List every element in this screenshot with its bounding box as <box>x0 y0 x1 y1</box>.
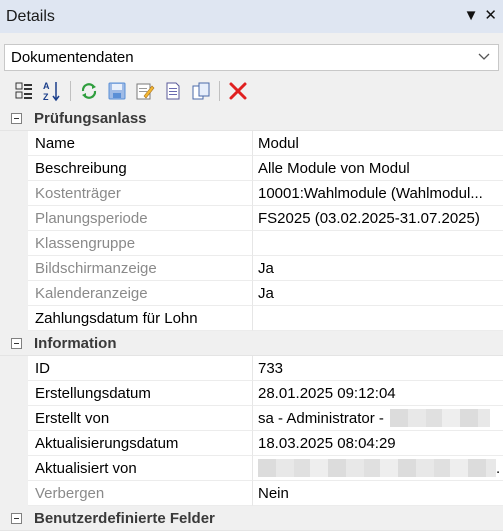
property-value[interactable]: FS2025 (03.02.2025-31.07.2025) <box>253 206 503 231</box>
property-row[interactable]: Aktualisierungsdatum 18.03.2025 08:04:29 <box>0 431 503 456</box>
property-name: Bildschirmanzeige <box>28 256 253 281</box>
category-title: Prüfungsanlass <box>34 109 147 127</box>
property-value[interactable]: . <box>253 456 503 481</box>
row-gutter <box>0 206 28 231</box>
refresh-icon[interactable] <box>77 79 101 103</box>
row-gutter <box>0 131 28 156</box>
panel-close-button[interactable]: ✕ <box>484 7 497 25</box>
property-value[interactable]: 733 <box>253 356 503 381</box>
property-value[interactable]: sa - Administrator - <box>253 406 503 431</box>
property-row[interactable]: Verbergen Nein <box>0 481 503 506</box>
property-row[interactable]: Kostenträger 10001:Wahlmodule (Wahlmodul… <box>0 181 503 206</box>
property-row[interactable]: Klassengruppe <box>0 231 503 256</box>
toolbar-separator <box>70 80 71 101</box>
panel-titlebar: Details ▼ ✕ <box>0 0 503 33</box>
property-name: Erstellungsdatum <box>28 381 253 406</box>
property-name: Kalenderanzeige <box>28 281 253 306</box>
dropdown-row: Dokumentendaten <box>0 33 503 75</box>
redacted-area <box>389 409 490 427</box>
redacted-area <box>258 459 496 477</box>
property-value[interactable] <box>253 306 503 331</box>
row-gutter <box>0 231 28 256</box>
property-value[interactable] <box>253 231 503 256</box>
collapse-toggle-icon[interactable] <box>11 337 22 349</box>
row-gutter <box>0 156 28 181</box>
property-row[interactable]: Kalenderanzeige Ja <box>0 281 503 306</box>
document-type-select[interactable]: Dokumentendaten <box>4 44 499 71</box>
property-row[interactable]: Name Modul <box>0 131 503 156</box>
category-header[interactable]: Benutzerdefinierte Felder <box>0 506 503 531</box>
document-type-value: Dokumentendaten <box>11 49 134 66</box>
row-gutter <box>0 281 28 306</box>
property-name: ID <box>28 356 253 381</box>
panel-title: Details <box>6 7 55 25</box>
property-row[interactable]: Zahlungsdatum für Lohn <box>0 306 503 331</box>
category-header[interactable]: Information <box>0 331 503 356</box>
property-name: Kostenträger <box>28 181 253 206</box>
category-header[interactable]: Prüfungsanlass <box>0 106 503 131</box>
property-row[interactable]: ID 733 <box>0 356 503 381</box>
row-gutter <box>0 381 28 406</box>
categorized-icon[interactable] <box>12 79 36 103</box>
property-name: Klassengruppe <box>28 231 253 256</box>
svg-text:Z: Z <box>43 92 49 102</box>
svg-text:A: A <box>43 81 50 91</box>
property-name: Erstellt von <box>28 406 253 431</box>
property-name: Planungsperiode <box>28 206 253 231</box>
collapse-toggle-icon[interactable] <box>11 512 22 524</box>
property-value[interactable]: Ja <box>253 281 503 306</box>
property-value-text: sa - Administrator - <box>258 409 384 427</box>
toolbar: A Z <box>0 75 503 106</box>
edit-icon[interactable] <box>133 79 157 103</box>
property-name: Aktualisierungsdatum <box>28 431 253 456</box>
property-value[interactable]: 18.03.2025 08:04:29 <box>253 431 503 456</box>
property-value[interactable]: Alle Module von Modul <box>253 156 503 181</box>
property-value[interactable]: 10001:Wahlmodule (Wahlmodul... <box>253 181 503 206</box>
property-row[interactable]: Aktualisiert von . <box>0 456 503 481</box>
row-gutter <box>0 181 28 206</box>
property-value[interactable]: Nein <box>253 481 503 506</box>
property-name: Name <box>28 131 253 156</box>
property-name: Aktualisiert von <box>28 456 253 481</box>
row-gutter <box>0 306 28 331</box>
row-gutter <box>0 481 28 506</box>
property-row[interactable]: Erstellungsdatum 28.01.2025 09:12:04 <box>0 381 503 406</box>
property-value[interactable]: Modul <box>253 131 503 156</box>
row-gutter <box>0 256 28 281</box>
row-gutter <box>0 456 28 481</box>
property-value[interactable]: Ja <box>253 256 503 281</box>
new-document-icon[interactable] <box>161 79 185 103</box>
property-name: Beschreibung <box>28 156 253 181</box>
property-row[interactable]: Bildschirmanzeige Ja <box>0 256 503 281</box>
toolbar-separator <box>219 80 220 101</box>
sort-alpha-icon[interactable]: A Z <box>40 79 64 103</box>
property-name: Verbergen <box>28 481 253 506</box>
save-icon[interactable] <box>105 79 129 103</box>
property-name: Zahlungsdatum für Lohn <box>28 306 253 331</box>
category-title: Information <box>34 334 117 352</box>
row-gutter <box>0 431 28 456</box>
property-row[interactable]: Planungsperiode FS2025 (03.02.2025-31.07… <box>0 206 503 231</box>
property-value-text: . <box>496 459 501 477</box>
collapse-toggle-icon[interactable] <box>11 112 22 124</box>
property-row[interactable]: Beschreibung Alle Module von Modul <box>0 156 503 181</box>
panel-menu-button[interactable]: ▼ <box>464 7 479 25</box>
property-value[interactable]: 28.01.2025 09:12:04 <box>253 381 503 406</box>
row-gutter <box>0 406 28 431</box>
delete-icon[interactable] <box>226 79 250 103</box>
copy-icon[interactable] <box>189 79 213 103</box>
chevron-down-icon[interactable] <box>478 49 490 64</box>
property-grid: Prüfungsanlass Name Modul Beschreibung A… <box>0 106 503 531</box>
row-gutter <box>0 356 28 381</box>
property-row[interactable]: Erstellt von sa - Administrator - <box>0 406 503 431</box>
